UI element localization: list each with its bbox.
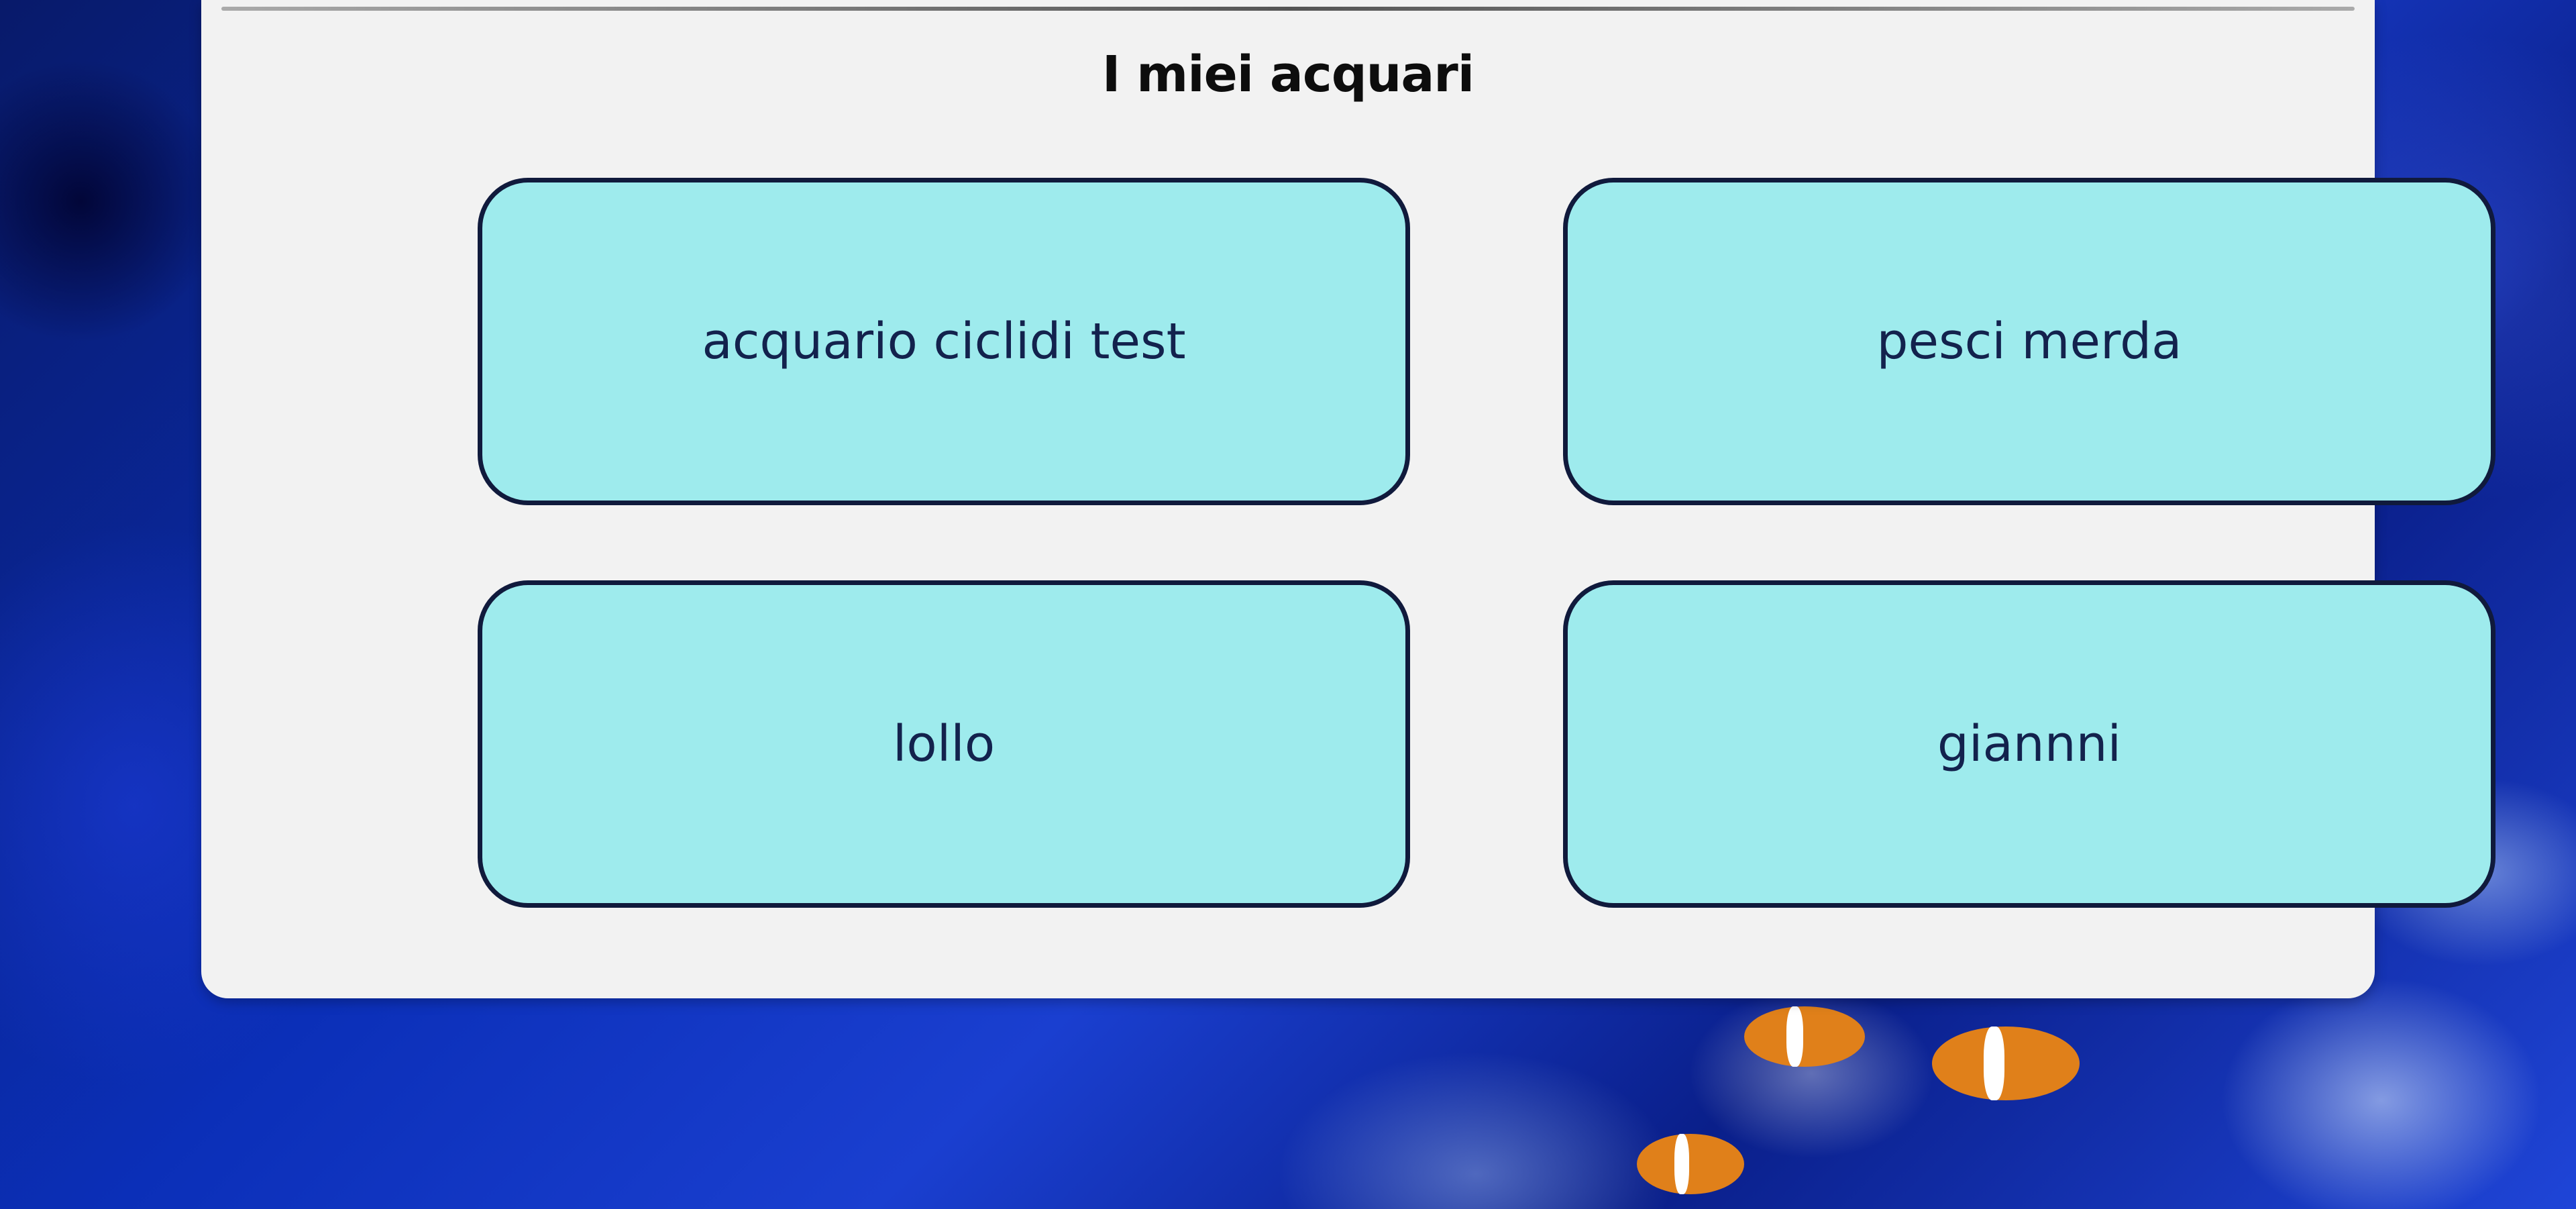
aquarium-card[interactable]: acquario ciclidi test [478,178,1410,505]
panel-divider [221,7,2355,11]
aquarium-card-label: acquario ciclidi test [702,313,1186,370]
aquarium-card[interactable]: pesci merda [1563,178,2496,505]
aquarium-card-label: pesci merda [1876,313,2182,370]
aquariums-panel: I miei acquari acquario ciclidi test pes… [201,0,2496,998]
aquarium-card-label: lollo [892,715,996,773]
aquarium-card[interactable]: giannni [1563,580,2496,908]
clownfish-image [1637,1134,1744,1194]
aquarium-card-label: giannni [1937,715,2122,773]
clownfish-image [1932,1027,2080,1100]
page-title: I miei acquari [1102,46,1474,103]
aquarium-card[interactable]: lollo [478,580,1410,908]
clownfish-image [1744,1006,1865,1067]
